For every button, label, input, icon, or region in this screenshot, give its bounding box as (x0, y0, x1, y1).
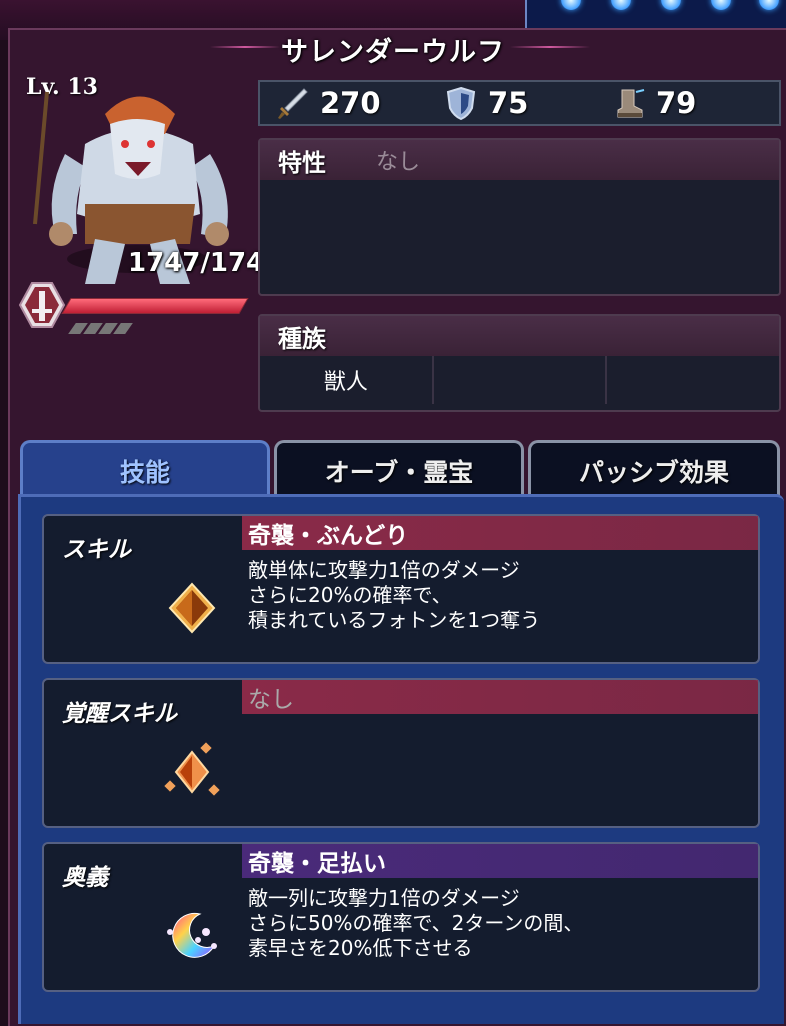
skill-description: 敵単体に攻撃力1倍のダメージ さらに20%の確率で、 積まれているフォトンを1つ… (248, 558, 541, 632)
race-label: 種族 (278, 323, 326, 353)
defense-stat: 75 (428, 86, 596, 120)
tab-passive-effects[interactable]: パッシブ効果 (528, 440, 780, 498)
boot-icon (617, 89, 645, 118)
traits-box: 特性 なし (258, 138, 781, 296)
ougi-card[interactable]: 奥義 奇襲・足払い 敵一列に攻撃力1倍のダメージ さらに50%の確率で、2ターン… (42, 842, 760, 992)
defense-value: 75 (488, 86, 529, 120)
awakening-skill-label: 覚醒スキル (62, 700, 177, 727)
character-name: サレンダーウルフ (281, 37, 505, 68)
ougi-moon-icon (167, 912, 217, 958)
ougi-label: 奥義 (62, 864, 108, 891)
stats-row: 270 75 79 (258, 80, 781, 126)
speed-stat: 79 (596, 86, 764, 120)
indicator-dot (661, 0, 681, 10)
race-cell (607, 356, 779, 404)
traits-value: なし (376, 150, 421, 175)
indicator-dot (759, 0, 779, 10)
sub-gauge (68, 319, 133, 338)
tab-skills[interactable]: 技能 (20, 440, 270, 498)
indicator-dot (561, 0, 581, 10)
traits-header: 特性 なし (260, 140, 779, 180)
indicator-dot (611, 0, 631, 10)
sword-icon (278, 88, 308, 119)
awaken-crystal-icon (164, 742, 220, 796)
speed-value: 79 (656, 86, 697, 120)
hp-bar-fill (62, 299, 248, 313)
ougi-description: 敵一列に攻撃力1倍のダメージ さらに50%の確率で、2ターンの間、 素早さを20… (248, 886, 584, 960)
tab-orb-relic[interactable]: オーブ・霊宝 (274, 440, 524, 498)
ougi-name: 奇襲・足払い (242, 844, 758, 878)
skill-name: 奇襲・ぶんどり (242, 516, 758, 550)
race-cell (434, 356, 608, 404)
hp-bar (61, 298, 249, 314)
skill-type-label: スキル (62, 536, 131, 563)
attack-stat: 270 (260, 86, 428, 120)
race-cell: 獣人 (260, 356, 434, 404)
awakening-skill-card[interactable]: 覚醒スキル なし (42, 678, 760, 828)
awakening-skill-name: なし (242, 680, 758, 714)
shield-icon (446, 86, 476, 120)
traits-label: 特性 (278, 147, 326, 177)
race-row: 獣人 (260, 356, 779, 404)
skill-card[interactable]: スキル 奇襲・ぶんどり 敵単体に攻撃力1倍のダメージ さらに20%の確率で、 積… (42, 514, 760, 664)
skill-crystal-icon (168, 582, 216, 634)
indicator-dot (711, 0, 731, 10)
weapon-type-icon (18, 282, 66, 328)
race-box: 種族 獣人 (258, 314, 781, 412)
race-header: 種族 (260, 316, 779, 356)
attack-value: 270 (320, 86, 381, 120)
